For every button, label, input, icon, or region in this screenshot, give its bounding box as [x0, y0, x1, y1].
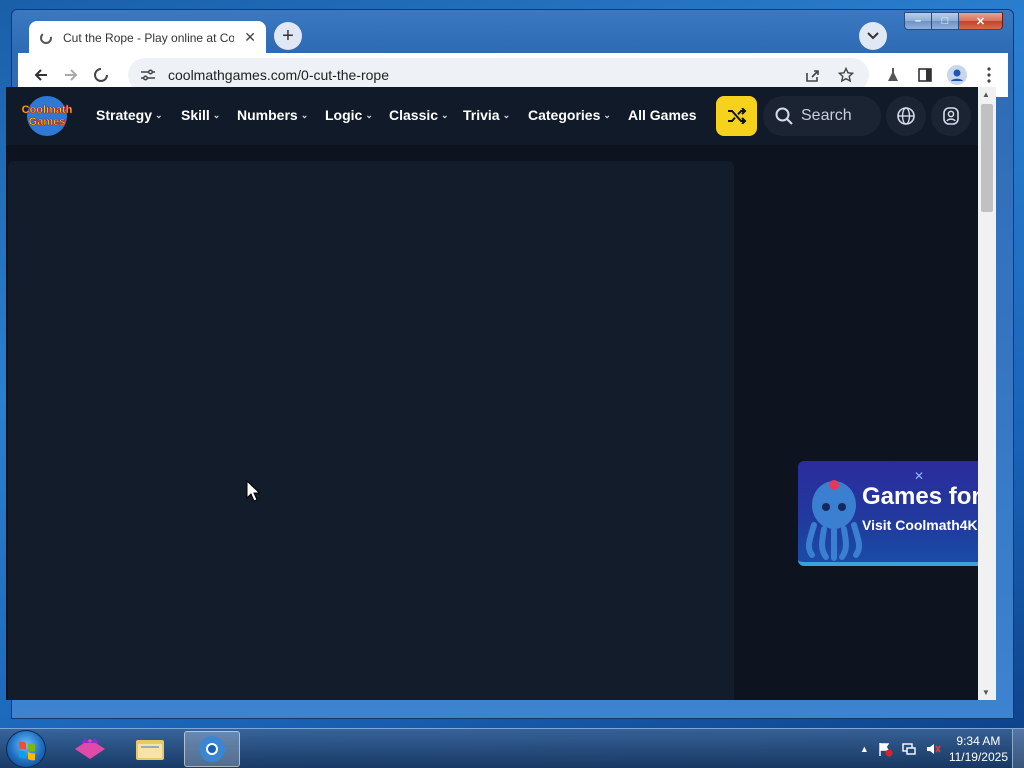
share-icon — [806, 70, 819, 82]
coolmath4kids-promo[interactable]: ✕ Games for Visit Coolmath4K — [798, 461, 978, 566]
new-tab-button[interactable]: + — [274, 22, 302, 50]
loading-favicon-icon — [40, 31, 52, 44]
more-vertical-icon — [987, 67, 991, 83]
octopus-mascot-icon — [805, 480, 863, 561]
folder-icon — [136, 740, 164, 760]
taskbar-chrome[interactable] — [184, 731, 240, 767]
chrome-icon — [199, 736, 225, 762]
chevron-down-icon: ⌄ — [155, 109, 163, 120]
chevron-down-icon: ⌄ — [502, 109, 511, 120]
show-hidden-icons[interactable]: ▲ — [860, 744, 869, 754]
address-bar-actions — [797, 60, 861, 90]
flask-icon — [888, 68, 898, 81]
profile-button[interactable] — [942, 60, 972, 90]
site-nav: Coolmath Games Strategy ⌄ Skill ⌄ Numbers ⌄… — [6, 87, 978, 145]
site-settings-icon[interactable] — [140, 68, 156, 82]
menu-button[interactable] — [974, 60, 1004, 90]
start-button[interactable] — [6, 730, 46, 768]
back-button[interactable] — [26, 60, 56, 90]
nav-strategy[interactable]: Strategy ⌄ — [96, 107, 163, 123]
close-window-button[interactable]: ✕ — [958, 12, 1003, 30]
chevron-down-icon: ⌄ — [365, 109, 373, 120]
search-placeholder: Search — [801, 107, 852, 124]
tab-search-button[interactable] — [859, 22, 887, 50]
nav-classic[interactable]: Classic ⌄ — [389, 107, 449, 123]
promo-headline: Games for — [862, 483, 978, 510]
account-button[interactable] — [931, 96, 971, 136]
chevron-down-icon: ⌄ — [212, 109, 221, 120]
coolmath-logo[interactable]: Coolmath Games — [14, 95, 80, 137]
svg-text:Games: Games — [29, 116, 66, 128]
scroll-up-icon[interactable]: ▲ — [982, 90, 990, 99]
chevron-down-icon: ⌄ — [300, 109, 309, 120]
nav-logic[interactable]: Logic ⌄ — [325, 107, 373, 123]
profile-avatar-icon — [947, 65, 967, 85]
share-button[interactable] — [797, 60, 827, 90]
taskbar-file-explorer[interactable] — [122, 731, 178, 767]
search-box[interactable]: Search — [763, 96, 881, 136]
arrow-right-icon — [65, 69, 78, 81]
bookmark-button[interactable] — [831, 60, 861, 90]
random-game-button[interactable] — [716, 96, 757, 136]
tab-cut-the-rope[interactable]: Cut the Rope - Play online at Coolmath G… — [29, 21, 266, 54]
labs-button[interactable] — [878, 60, 908, 90]
language-button[interactable] — [886, 96, 926, 136]
clock-date: 11/19/2025 — [948, 750, 1008, 764]
mouse-cursor-icon — [246, 480, 260, 502]
windows-logo-icon — [19, 741, 35, 761]
search-icon — [775, 107, 793, 125]
forward-button[interactable] — [56, 60, 86, 90]
side-panel-icon — [918, 68, 932, 82]
promo-subtext: Visit Coolmath4K — [862, 517, 978, 533]
user-icon — [943, 107, 959, 125]
side-panel-button[interactable] — [910, 60, 940, 90]
stop-loading-button[interactable] — [86, 60, 116, 90]
taskbar: ▲ 9:34 AM 11/19/2025 — [0, 728, 1024, 768]
svg-text:Coolmath: Coolmath — [22, 104, 73, 116]
taskbar-app-1[interactable] — [62, 731, 118, 767]
nav-categories[interactable]: Categories ⌄ — [528, 107, 611, 123]
action-center-flag-icon[interactable] — [877, 741, 893, 757]
url-text: coolmathgames.com/0-cut-the-rope — [168, 67, 389, 83]
clock[interactable]: 9:34 AM 11/19/2025 — [949, 733, 1008, 765]
star-icon — [838, 67, 854, 83]
clock-time: 9:34 AM — [956, 734, 1001, 748]
arrow-left-icon — [34, 69, 47, 81]
chevron-down-icon: ⌄ — [441, 109, 449, 120]
tab-title: Cut the Rope - Play online at Coolmath G… — [63, 30, 235, 45]
shuffle-icon — [727, 108, 746, 124]
close-promo-icon[interactable]: ✕ — [914, 469, 924, 483]
loading-spinner-icon — [94, 68, 108, 82]
nav-skill[interactable]: Skill ⌄ — [181, 107, 220, 123]
nav-all-games[interactable]: All Games — [628, 107, 696, 123]
minimize-button[interactable]: – — [904, 12, 931, 30]
chevron-down-icon: ⌄ — [603, 109, 611, 120]
network-icon[interactable] — [901, 741, 917, 757]
globe-icon — [897, 107, 915, 125]
coolmath-logo-image: Coolmath Games — [21, 96, 73, 136]
maximize-button[interactable]: □ — [931, 12, 958, 30]
nav-numbers[interactable]: Numbers ⌄ — [237, 107, 308, 123]
game-area[interactable] — [8, 161, 734, 700]
volume-muted-icon[interactable] — [925, 741, 941, 757]
page-scrollbar[interactable]: ▲ ▼ — [978, 87, 996, 700]
scrollbar-thumb[interactable] — [981, 104, 993, 212]
show-desktop-button[interactable] — [1012, 729, 1024, 768]
close-tab-icon[interactable]: ✕ — [244, 29, 256, 46]
nav-trivia[interactable]: Trivia ⌄ — [463, 107, 510, 123]
chevron-down-icon — [867, 32, 879, 40]
app-icon — [75, 738, 105, 759]
toolbar-actions — [878, 60, 1004, 90]
scroll-down-icon[interactable]: ▼ — [982, 688, 990, 697]
window-controls: – □ ✕ — [904, 12, 1003, 30]
web-page: Coolmath Games Strategy ⌄ Skill ⌄ Numbers ⌄… — [6, 87, 978, 700]
system-tray: ▲ 9:34 AM 11/19/2025 — [860, 729, 1008, 768]
